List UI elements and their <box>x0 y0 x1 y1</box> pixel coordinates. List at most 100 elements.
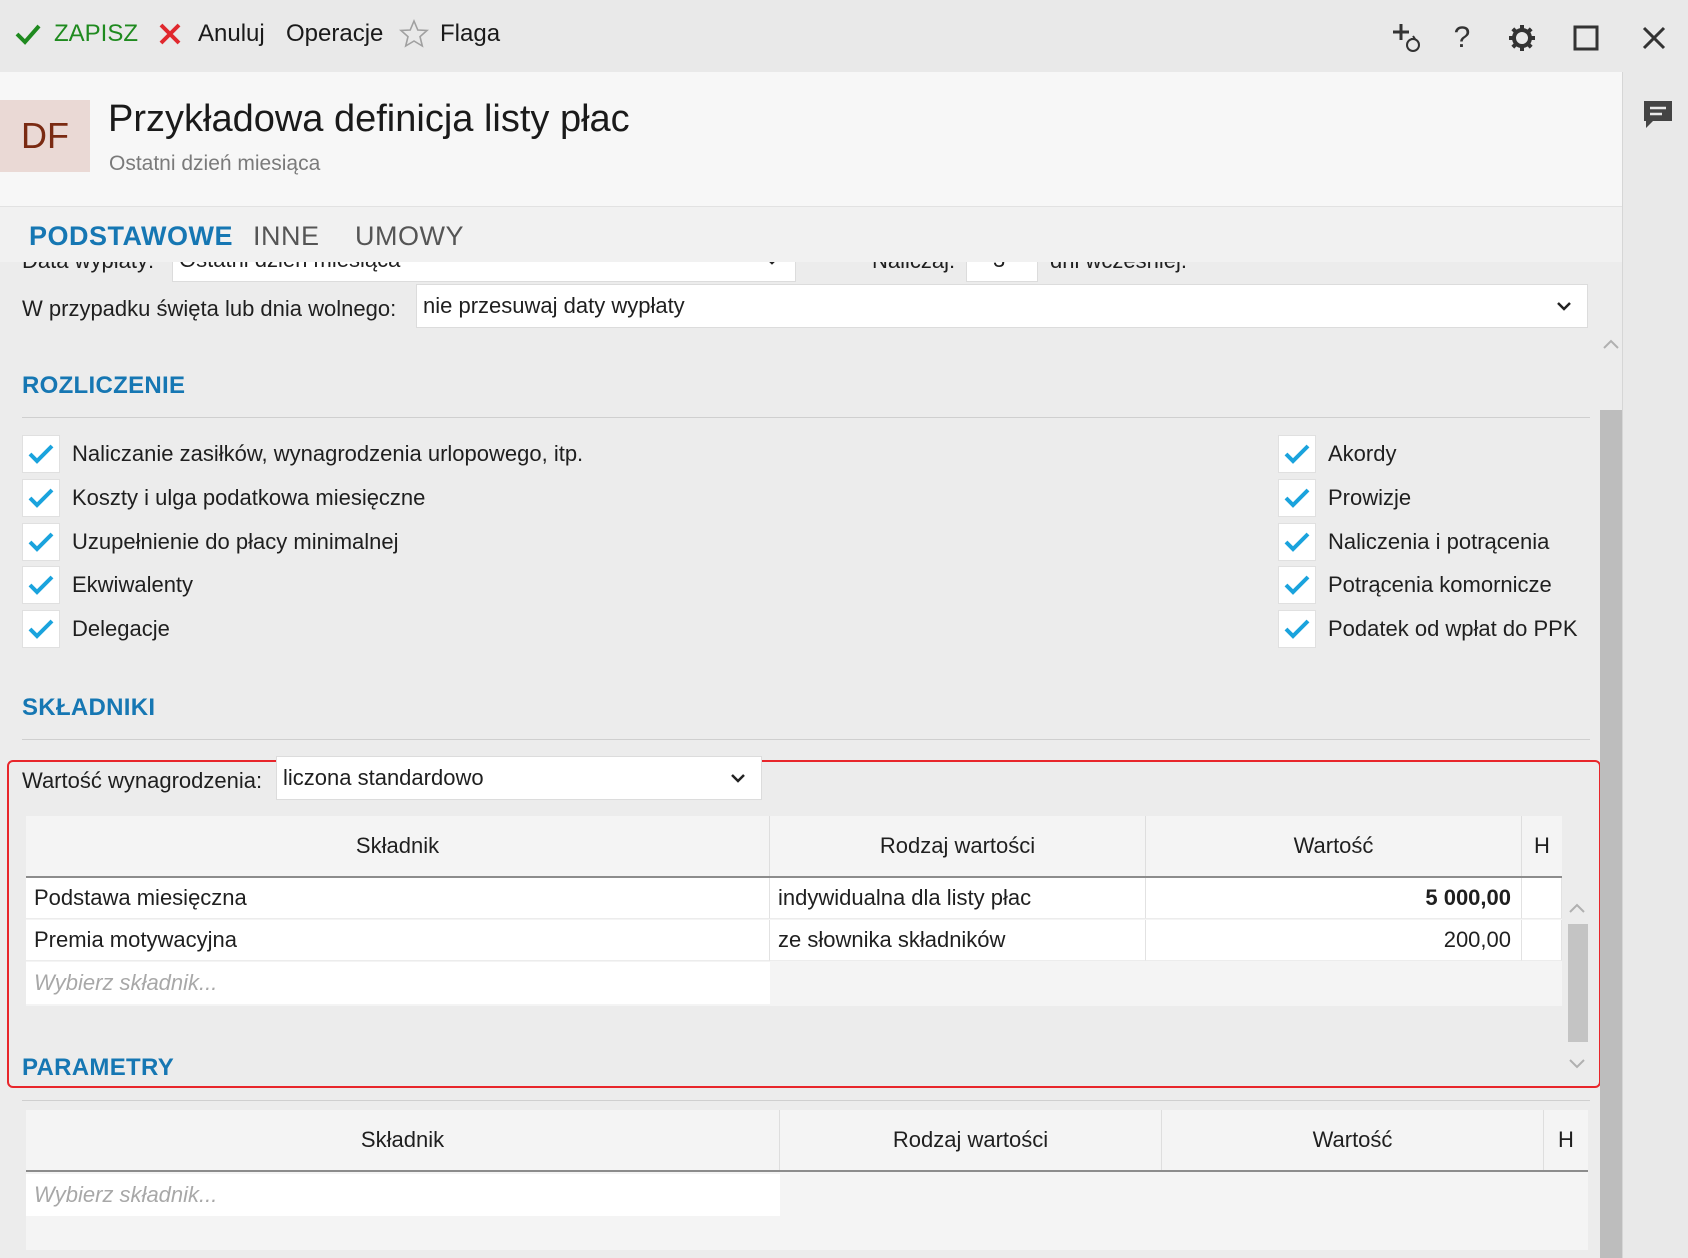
tab-inne[interactable]: INNE <box>253 221 320 252</box>
checkbox[interactable] <box>1278 435 1316 473</box>
comments-button[interactable] <box>1641 98 1675 137</box>
scroll-up-icon[interactable] <box>1602 338 1620 350</box>
checkbox-label: Prowizje <box>1328 485 1412 510</box>
checkbox-row[interactable]: Prowizje <box>1278 478 1411 518</box>
table-cell[interactable]: Premia motywacyjna <box>26 920 770 961</box>
maximize-button[interactable] <box>1566 18 1606 58</box>
checkbox-label: Potrącenia komornicze <box>1328 572 1552 597</box>
record-header: DF Przykładowa definicja listy płac Osta… <box>0 72 1622 206</box>
payout-date-select[interactable]: Ostatni dzień miesiąca <box>172 262 796 282</box>
save-button[interactable]: ZAPISZ <box>14 20 138 48</box>
checkbox[interactable] <box>22 479 60 517</box>
column-header[interactable]: Składnik <box>26 816 770 876</box>
payout-date-label: Data wypłaty: <box>22 262 154 274</box>
right-rail <box>1622 72 1688 1258</box>
salary-value-select[interactable]: liczona standardowo <box>276 756 762 800</box>
checkbox-row[interactable]: Potrącenia komornicze <box>1278 565 1552 605</box>
header-divider <box>26 1170 1588 1172</box>
checkbox-row[interactable]: Uzupełnienie do płacy minimalnej <box>22 522 399 562</box>
parametry-grid: Składnik Rodzaj wartości Wartość H Wybie… <box>26 1110 1588 1250</box>
tab-podstawowe[interactable]: PODSTAWOWE <box>29 221 233 252</box>
checkbox-row[interactable]: Ekwiwalenty <box>22 565 193 605</box>
operations-button[interactable]: Operacje <box>286 20 383 48</box>
tab-bar: PODSTAWOWE INNE UMOWY <box>0 206 1622 262</box>
comment-icon <box>1644 101 1672 128</box>
column-header[interactable]: Rodzaj wartości <box>770 816 1146 876</box>
checkbox-row[interactable]: Naliczanie zasiłków, wynagrodzenia urlop… <box>22 434 583 474</box>
checkbox[interactable] <box>1278 566 1316 604</box>
table-cell[interactable]: Podstawa miesięczna <box>26 878 770 919</box>
add-link-button[interactable] <box>1386 18 1426 58</box>
page-title: Przykładowa definicja listy płac <box>108 98 630 140</box>
checkbox-row[interactable]: Naliczenia i potrącenia <box>1278 522 1549 562</box>
checkbox[interactable] <box>1278 523 1316 561</box>
checkbox[interactable] <box>22 523 60 561</box>
table-cell[interactable] <box>1522 920 1562 961</box>
check-icon <box>1284 575 1310 595</box>
grid-scroll-down-icon[interactable] <box>1568 1058 1586 1070</box>
tab-umowy[interactable]: UMOWY <box>355 221 464 252</box>
checkbox-row[interactable]: Delegacje <box>22 609 170 649</box>
flag-label: Flaga <box>440 20 501 47</box>
column-header[interactable]: H <box>1544 1110 1588 1170</box>
star-icon <box>398 18 430 48</box>
main-scrollbar[interactable] <box>1600 410 1622 1258</box>
checkbox[interactable] <box>22 610 60 648</box>
toolbar: ZAPISZ Anuluj Operacje Flaga ? <box>0 0 1688 72</box>
close-icon <box>1642 26 1666 50</box>
table-cell[interactable]: 200,00 <box>1146 920 1522 961</box>
column-header[interactable]: Wartość <box>1162 1110 1544 1170</box>
chevron-down-icon <box>731 774 745 783</box>
column-header[interactable]: H <box>1522 816 1562 876</box>
checkbox-label: Uzupełnienie do płacy minimalnej <box>72 529 399 554</box>
add-component-input[interactable]: Wybierz składnik... <box>26 962 770 1004</box>
checkbox[interactable] <box>22 435 60 473</box>
save-label: ZAPISZ <box>54 20 139 47</box>
form-content: Data wypłaty: Ostatni dzień miesiąca Nal… <box>0 262 1622 1258</box>
main-panel: DF Przykładowa definicja listy płac Osta… <box>0 72 1622 1258</box>
column-header[interactable]: Rodzaj wartości <box>780 1110 1162 1170</box>
check-icon <box>28 444 54 464</box>
holiday-label: W przypadku święta lub dnia wolnego: <box>22 296 397 321</box>
check-icon <box>1284 488 1310 508</box>
column-header[interactable]: Składnik <box>26 1110 780 1170</box>
table-cell[interactable]: indywidualna dla listy płac <box>770 878 1146 919</box>
checkbox-label: Ekwiwalenty <box>72 572 194 597</box>
flag-button[interactable]: Flaga <box>398 18 500 50</box>
check-icon <box>1284 444 1310 464</box>
operations-label: Operacje <box>286 20 384 47</box>
checkbox-row[interactable]: Koszty i ulga podatkowa miesięczne <box>22 478 425 518</box>
caret-down-icon <box>1017 262 1031 263</box>
checkmark-icon <box>15 24 41 45</box>
checkbox[interactable] <box>1278 610 1316 648</box>
cancel-button[interactable]: Anuluj <box>158 20 265 48</box>
skladniki-title: SKŁADNIKI <box>22 694 156 721</box>
grid-scrollbar[interactable] <box>1568 924 1588 1042</box>
table-cell[interactable]: 5 000,00 <box>1146 878 1522 919</box>
checkbox-label: Koszty i ulga podatkowa miesięczne <box>72 485 426 510</box>
column-header[interactable]: Wartość <box>1146 816 1522 876</box>
x-icon <box>159 23 181 45</box>
add-parameter-input[interactable]: Wybierz składnik... <box>26 1174 780 1216</box>
close-button[interactable] <box>1634 18 1674 58</box>
table-cell[interactable] <box>1522 878 1562 919</box>
check-icon <box>28 575 54 595</box>
holiday-select[interactable]: nie przesuwaj daty wypłaty <box>416 284 1588 328</box>
checkbox[interactable] <box>1278 479 1316 517</box>
check-icon <box>28 619 54 639</box>
help-button[interactable]: ? <box>1442 18 1482 58</box>
check-icon <box>28 488 54 508</box>
check-icon <box>1284 532 1310 552</box>
checkbox-label: Akordy <box>1328 441 1397 466</box>
accrue-stepper[interactable]: 3 <box>966 262 1038 282</box>
payout-date-value: Ostatni dzień miesiąca <box>179 262 400 273</box>
table-cell[interactable]: ze słownika składników <box>770 920 1146 961</box>
checkbox-row[interactable]: Akordy <box>1278 434 1396 474</box>
accrue-value: 3 <box>973 262 1005 273</box>
settings-button[interactable] <box>1502 18 1542 58</box>
checkbox-row[interactable]: Podatek od wpłat do PPK <box>1278 609 1578 649</box>
grid-scroll-up-icon[interactable] <box>1568 902 1586 914</box>
page-subtitle: Ostatni dzień miesiąca <box>109 152 321 175</box>
cancel-label: Anuluj <box>198 20 265 47</box>
checkbox[interactable] <box>22 566 60 604</box>
